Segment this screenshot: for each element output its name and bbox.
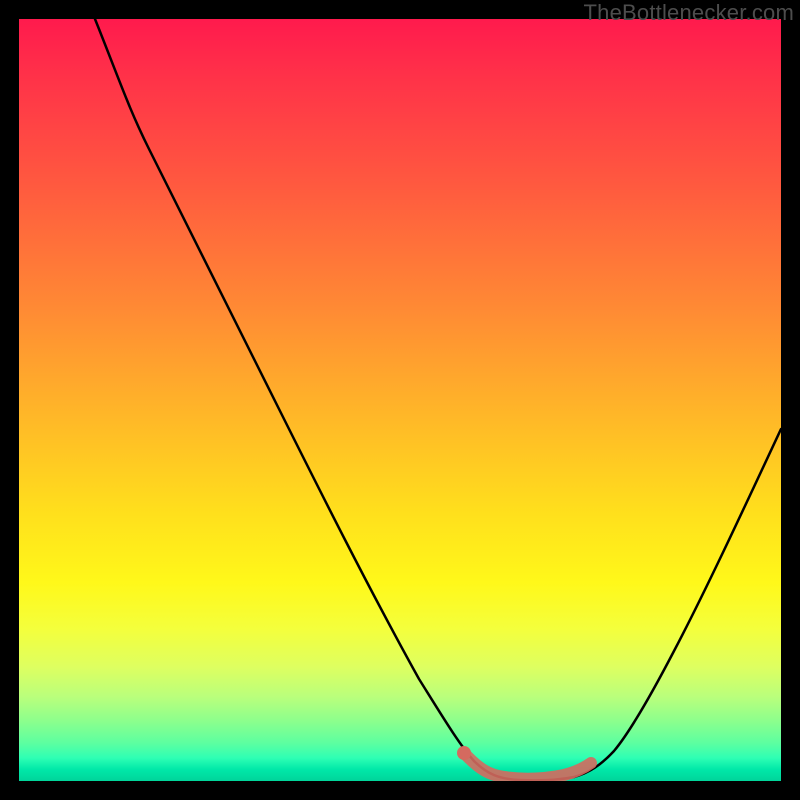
bottleneck-curve bbox=[95, 19, 781, 780]
watermark-text: TheBottlenecker.com bbox=[584, 0, 794, 26]
chart-plot bbox=[19, 19, 781, 781]
optimal-range-highlight bbox=[464, 753, 591, 779]
highlight-start-dot bbox=[457, 746, 471, 760]
chart-frame bbox=[19, 19, 781, 781]
